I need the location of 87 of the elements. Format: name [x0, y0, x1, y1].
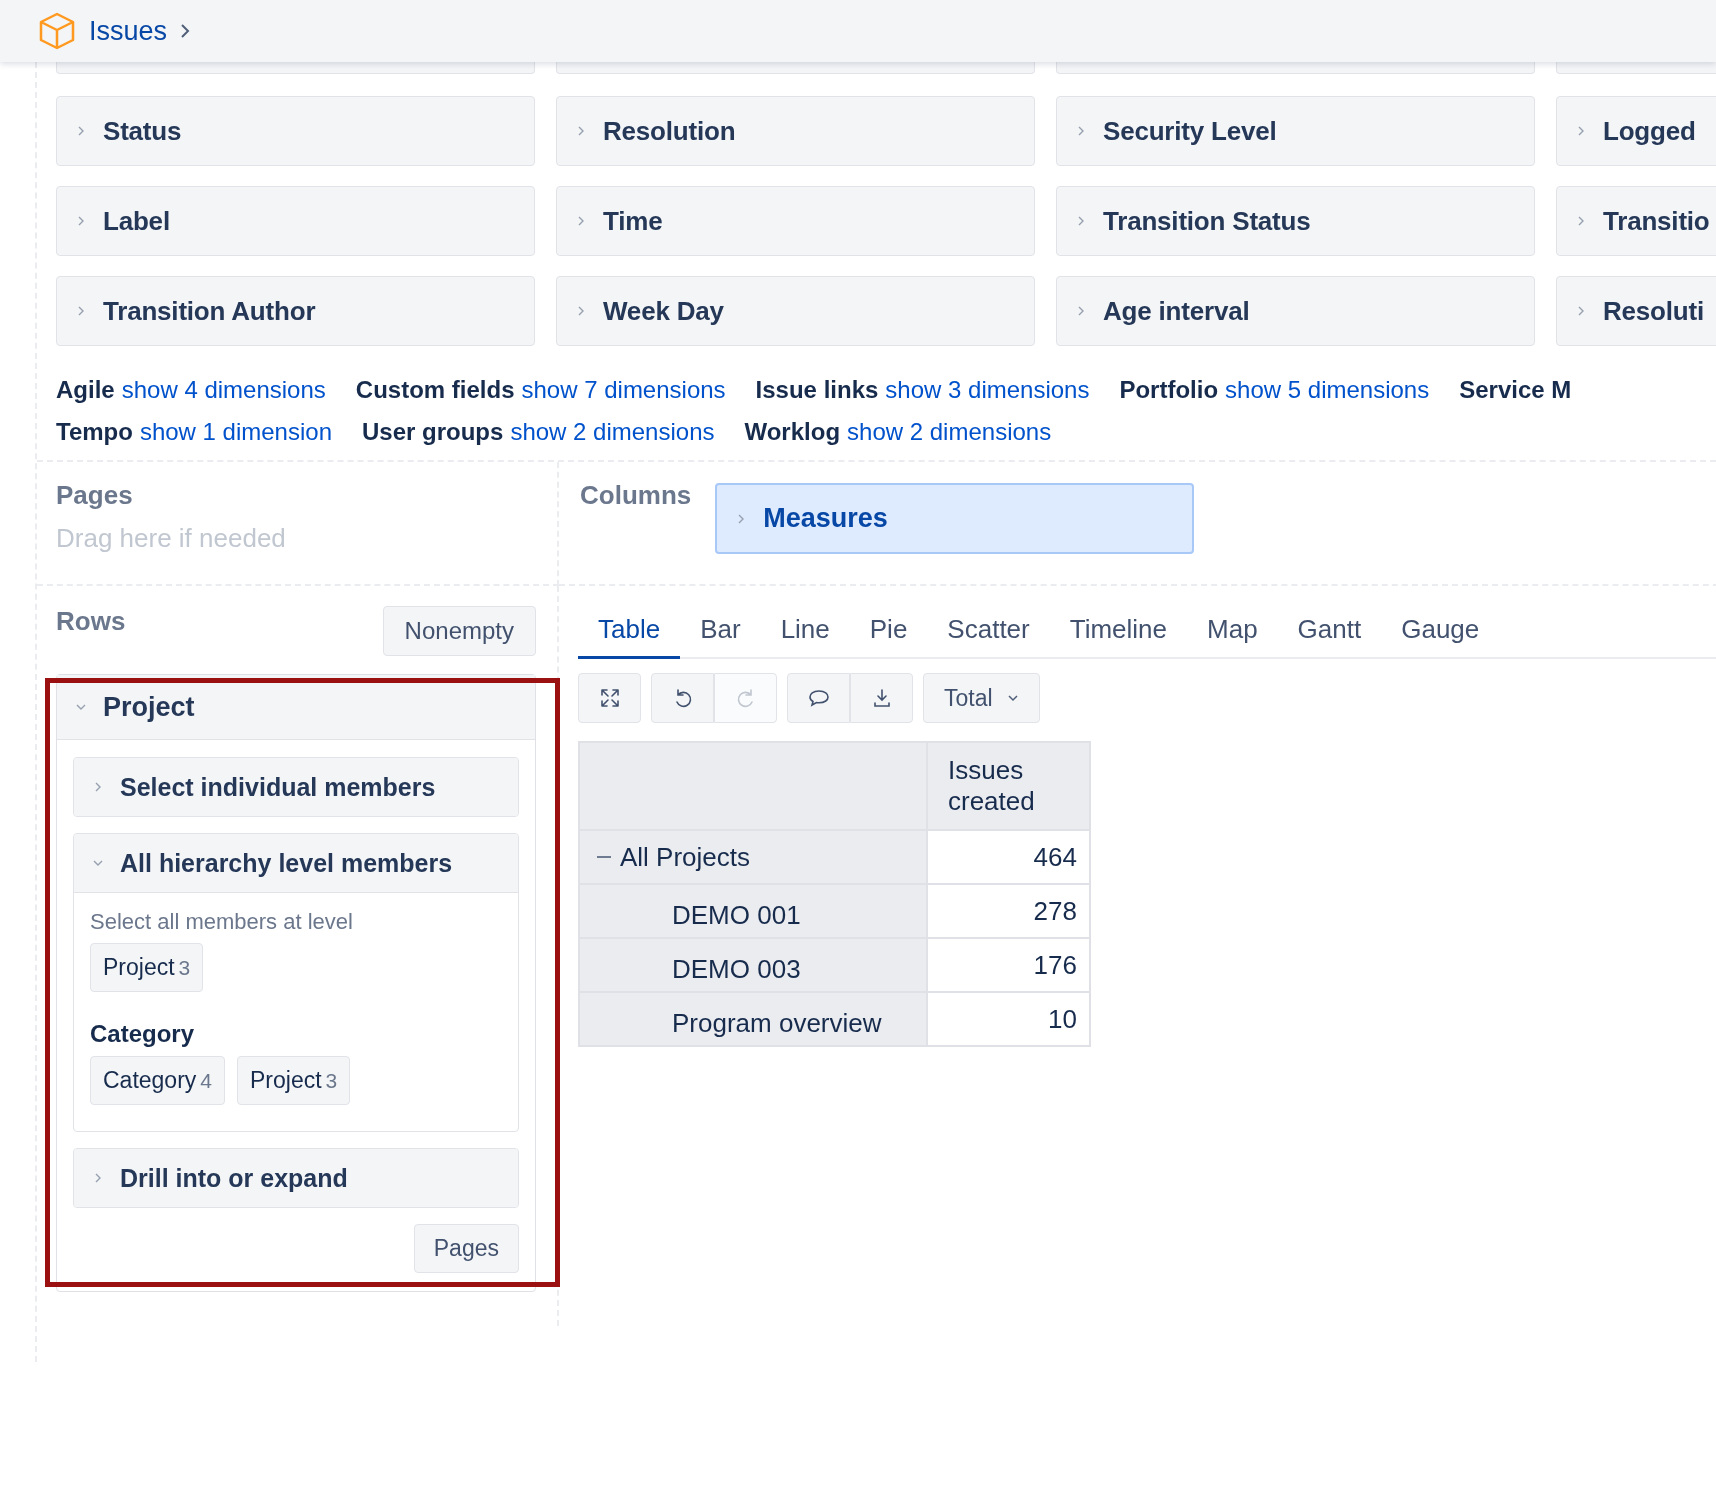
view-tab[interactable]: Pie: [849, 606, 928, 659]
show-dimensions-link[interactable]: show 2 dimensions: [847, 418, 1052, 445]
dimension-card[interactable]: Week Day: [556, 276, 1035, 346]
dimension-label: Resoluti: [1603, 295, 1704, 327]
show-dimensions-link[interactable]: show 4 dimensions: [121, 376, 326, 403]
dimension-group-label: Agile: [56, 376, 115, 403]
dimension-group-label: Worklog: [744, 418, 841, 445]
comment-button[interactable]: [787, 673, 850, 723]
dimension-card[interactable]: Transition Status: [1056, 186, 1535, 256]
section-header[interactable]: All hierarchy level members: [74, 834, 518, 892]
hint-text: Select all members at level: [90, 909, 354, 935]
dimension-group-label: Issue links: [755, 376, 879, 403]
show-dimensions-link[interactable]: show 5 dimensions: [1225, 376, 1430, 403]
dimension-card[interactable]: Transition Author: [56, 276, 535, 346]
dimension-group-label: User groups: [362, 418, 504, 445]
drop-hint: Drag here if needed: [56, 523, 287, 554]
level-chip[interactable]: Project 3: [237, 1056, 351, 1105]
dimension-card[interactable]: Time: [556, 186, 1035, 256]
show-dimensions-link[interactable]: show 3 dimensions: [885, 376, 1090, 403]
dimension-card[interactable]: Resolution: [556, 96, 1035, 166]
view-tab[interactable]: Line: [760, 606, 850, 659]
dimension-label: Label: [103, 205, 170, 237]
view-tab[interactable]: Gantt: [1277, 606, 1382, 659]
row-header[interactable]: All Projects: [579, 830, 927, 884]
undo-button[interactable]: [651, 673, 714, 723]
show-dimensions-link[interactable]: show 1 dimension: [139, 418, 332, 445]
dimension-label: Age interval: [1103, 295, 1250, 327]
section-title: Select individual members: [120, 772, 436, 802]
table-cell: 278: [927, 884, 1090, 938]
fullscreen-button[interactable]: [578, 673, 641, 723]
level-chip[interactable]: Category 4: [90, 1056, 225, 1105]
dimension-group-label: Custom fields: [355, 376, 515, 403]
row-header[interactable]: DEMO 001: [579, 884, 927, 938]
dimension-card[interactable]: Age interval: [1056, 276, 1535, 346]
show-dimensions-link[interactable]: show 2 dimensions: [510, 418, 715, 445]
dimension-label: Logged: [1603, 115, 1696, 147]
dimension-label: Security Level: [1103, 115, 1277, 147]
rows-label: Rows: [56, 606, 126, 637]
view-tab[interactable]: Table: [578, 606, 681, 659]
dimension-label: Week Day: [603, 295, 724, 327]
row-header[interactable]: Program overview: [579, 992, 927, 1046]
dimension-group-label: Tempo: [56, 418, 133, 445]
dimension-label: Transition Author: [103, 295, 316, 327]
section-header[interactable]: Select individual members: [74, 758, 518, 816]
breadcrumb-link[interactable]: Issues: [89, 15, 168, 47]
section-header[interactable]: Drill into or expand: [74, 1149, 518, 1207]
table-cell: 176: [927, 938, 1090, 992]
column-header: Issues created: [927, 742, 1090, 830]
section-title: Drill into or expand: [120, 1163, 348, 1193]
dimension-card[interactable]: Logged: [1556, 96, 1716, 166]
columns-label: Columns: [580, 480, 692, 512]
dimension-label: Time: [603, 205, 663, 237]
download-button[interactable]: [850, 673, 913, 723]
dimension-label: Transition Status: [1103, 205, 1311, 237]
dimension-card[interactable]: Label: [56, 186, 535, 256]
dimension-label: Status: [103, 115, 182, 147]
level-chip[interactable]: Project 3: [90, 943, 204, 992]
dimension-card[interactable]: Status: [56, 96, 535, 166]
view-tab[interactable]: Map: [1187, 606, 1278, 659]
hierarchy-title: Category: [90, 1020, 196, 1048]
cube-icon: [37, 11, 77, 51]
pages-button[interactable]: Pages: [413, 1224, 519, 1273]
chevron-right-icon: [179, 23, 192, 39]
table-cell: 10: [927, 992, 1090, 1046]
view-tab[interactable]: Bar: [680, 606, 761, 659]
caret-icon: [1006, 692, 1019, 704]
pages-label: Pages: [56, 480, 134, 511]
measures-chip[interactable]: Measures: [715, 483, 1195, 554]
show-dimensions-link[interactable]: show 7 dimensions: [521, 376, 726, 403]
dimension-card[interactable]: Resoluti: [1556, 276, 1716, 346]
nonempty-button[interactable]: Nonempty: [382, 606, 536, 656]
measures-label: Measures: [763, 503, 888, 534]
dimension-label: Transitio: [1603, 205, 1710, 237]
panel-title: Project: [103, 691, 195, 723]
dimension-label: Resolution: [603, 115, 736, 147]
view-tab[interactable]: Scatter: [927, 606, 1050, 659]
dimension-card[interactable]: Transitio: [1556, 186, 1716, 256]
section-title: All hierarchy level members: [120, 848, 453, 878]
table-cell: 464: [927, 830, 1090, 884]
dimension-card[interactable]: Security Level: [1056, 96, 1535, 166]
row-header[interactable]: DEMO 003: [579, 938, 927, 992]
view-tab[interactable]: Gauge: [1381, 606, 1500, 659]
view-tab[interactable]: Timeline: [1049, 606, 1188, 659]
dimension-group-label: Portfolio: [1119, 376, 1219, 403]
dimension-group-label: Service M: [1459, 376, 1572, 403]
total-dropdown[interactable]: Total: [923, 673, 1040, 723]
panel-header[interactable]: Project: [57, 675, 535, 740]
